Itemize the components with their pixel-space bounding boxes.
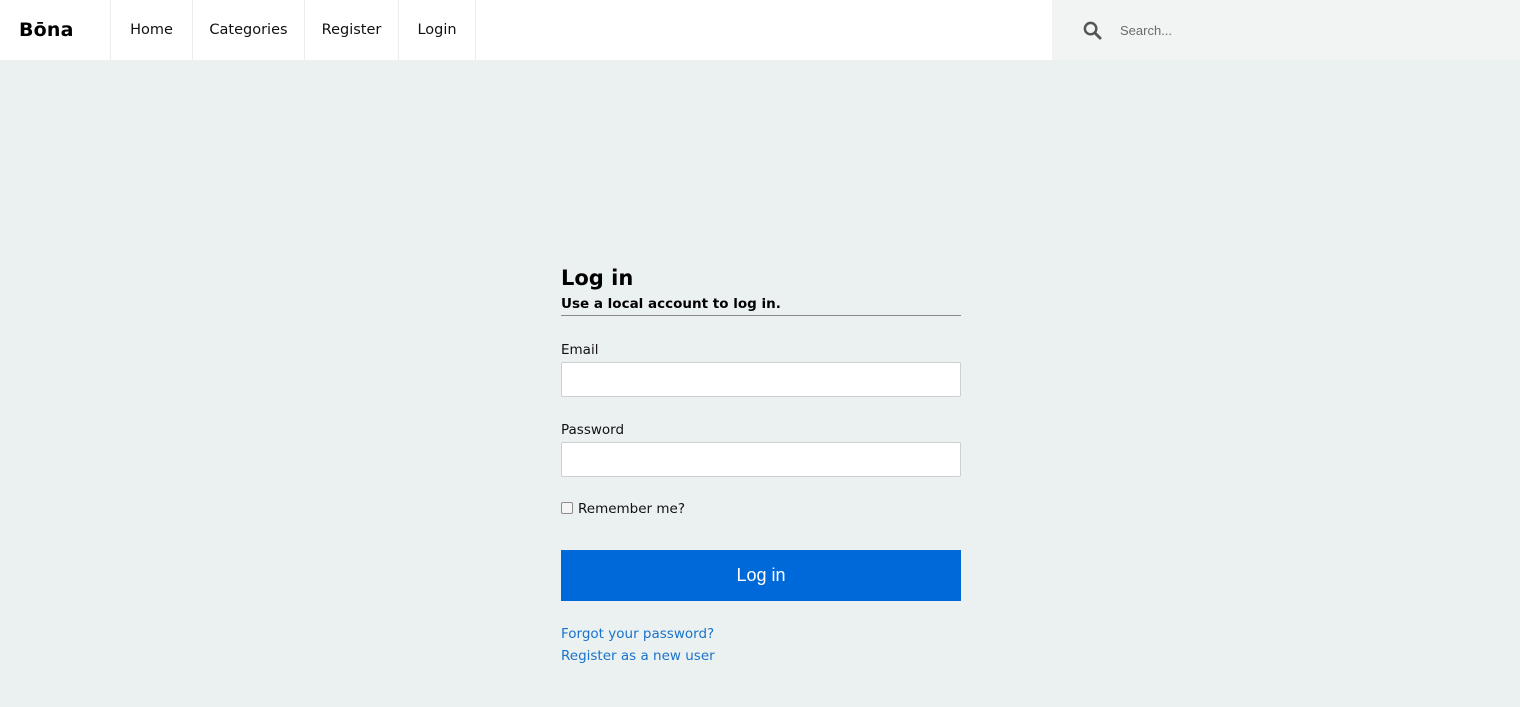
- nav-home[interactable]: Home: [110, 0, 192, 60]
- remember-me-row: Remember me?: [561, 500, 961, 518]
- email-label: Email: [561, 342, 599, 358]
- nav-categories[interactable]: Categories: [192, 0, 304, 60]
- password-field[interactable]: [561, 442, 961, 477]
- login-links: Forgot your password? Register as a new …: [561, 623, 961, 667]
- forgot-password-link[interactable]: Forgot your password?: [561, 623, 961, 645]
- search-input[interactable]: [1120, 15, 1500, 45]
- page-subtitle: Use a local account to log in.: [561, 296, 961, 316]
- register-link[interactable]: Register as a new user: [561, 645, 961, 667]
- login-button[interactable]: Log in: [561, 550, 961, 601]
- search-bar: [1052, 0, 1520, 60]
- page-title: Log in: [561, 266, 634, 290]
- search-icon[interactable]: [1082, 20, 1102, 40]
- login-form: Log in Use a local account to log in. Em…: [561, 264, 961, 667]
- password-label: Password: [561, 422, 625, 438]
- brand-logo[interactable]: Bōna: [0, 0, 110, 60]
- nav-register[interactable]: Register: [304, 0, 398, 60]
- remember-me-checkbox[interactable]: [561, 502, 573, 514]
- nav-login[interactable]: Login: [398, 0, 476, 60]
- email-field[interactable]: [561, 362, 961, 397]
- remember-me-label[interactable]: Remember me?: [578, 501, 685, 517]
